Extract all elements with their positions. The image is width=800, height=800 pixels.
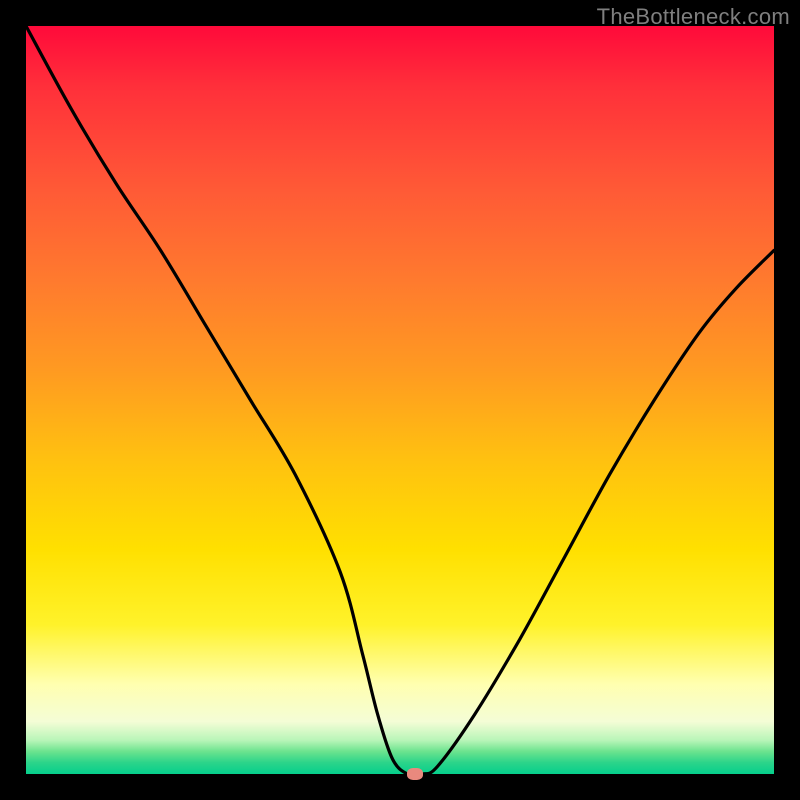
plot-area: [26, 26, 774, 774]
bottleneck-curve: [26, 26, 774, 774]
watermark-text: TheBottleneck.com: [597, 4, 790, 30]
optimal-point-marker: [407, 768, 423, 780]
chart-frame: TheBottleneck.com: [0, 0, 800, 800]
